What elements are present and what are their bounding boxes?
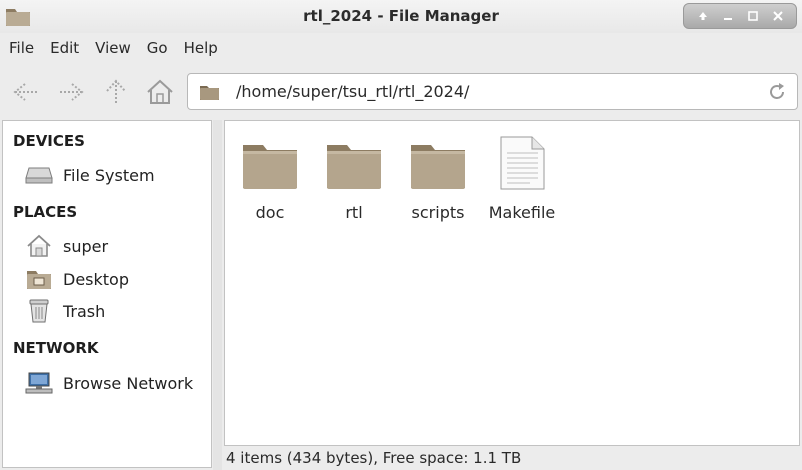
pane-splitter[interactable]	[213, 120, 222, 470]
sidebar-item-label: Browse Network	[63, 373, 194, 393]
maximize-icon[interactable]	[744, 7, 762, 25]
file-view[interactable]: doc rtl scripts Makefile	[224, 120, 800, 446]
file-item-rtl[interactable]: rtl	[312, 135, 396, 222]
sidebar-item-browse-network[interactable]: Browse Network	[25, 370, 193, 396]
window-title: rtl_2024 - File Manager	[303, 7, 499, 25]
text-file-icon	[492, 135, 552, 191]
forward-icon[interactable]	[55, 76, 87, 108]
back-icon[interactable]	[10, 76, 42, 108]
sidebar-item-label: File System	[63, 165, 155, 185]
window-controls	[683, 3, 797, 29]
file-name: rtl	[345, 203, 363, 222]
folder-icon	[240, 135, 300, 191]
menu-edit[interactable]: Edit	[42, 39, 87, 57]
minimize-icon[interactable]	[719, 7, 737, 25]
location-path[interactable]: /home/super/tsu_rtl/rtl_2024/	[236, 82, 469, 101]
restore-icon[interactable]	[694, 7, 712, 25]
drive-icon	[25, 163, 53, 187]
file-name: Makefile	[488, 203, 556, 222]
desktop-folder-icon	[25, 267, 53, 291]
sidebar-item-file-system[interactable]: File System	[25, 162, 155, 188]
title-bar: rtl_2024 - File Manager	[0, 0, 802, 33]
home-icon	[25, 234, 53, 258]
status-bar: 4 items (434 bytes), Free space: 1.1 TB	[226, 449, 522, 467]
sidebar-item-label: Trash	[63, 301, 106, 321]
file-item-scripts[interactable]: scripts	[396, 135, 480, 222]
menu-bar: File Edit View Go Help	[0, 33, 802, 63]
sidebar-item-label: super	[63, 236, 109, 256]
menu-help[interactable]: Help	[176, 39, 226, 57]
sidebar-item-trash[interactable]: Trash	[25, 298, 105, 324]
up-icon[interactable]	[100, 76, 132, 108]
sidebar: DEVICES File System PLACES super Desktop…	[2, 120, 212, 468]
close-icon[interactable]	[769, 7, 787, 25]
folder-icon	[408, 135, 468, 191]
sidebar-item-super[interactable]: super	[25, 233, 108, 259]
menu-view[interactable]: View	[87, 39, 139, 57]
sidebar-item-desktop[interactable]: Desktop	[25, 266, 129, 292]
sidebar-heading-network: NETWORK	[13, 339, 99, 357]
trash-icon	[25, 299, 53, 323]
folder-icon	[200, 86, 219, 100]
file-name: doc	[255, 203, 285, 222]
file-item-makefile[interactable]: Makefile	[480, 135, 564, 222]
file-name: scripts	[411, 203, 465, 222]
sidebar-heading-places: PLACES	[13, 203, 78, 221]
location-bar[interactable]: /home/super/tsu_rtl/rtl_2024/	[187, 73, 798, 110]
sidebar-item-label: Desktop	[63, 269, 129, 289]
folder-icon	[324, 135, 384, 191]
network-icon	[25, 371, 53, 395]
menu-go[interactable]: Go	[139, 39, 176, 57]
reload-icon[interactable]	[767, 82, 787, 102]
sidebar-heading-devices: DEVICES	[13, 132, 85, 150]
file-item-doc[interactable]: doc	[228, 135, 312, 222]
home-icon[interactable]	[144, 76, 176, 108]
menu-file[interactable]: File	[0, 39, 42, 57]
